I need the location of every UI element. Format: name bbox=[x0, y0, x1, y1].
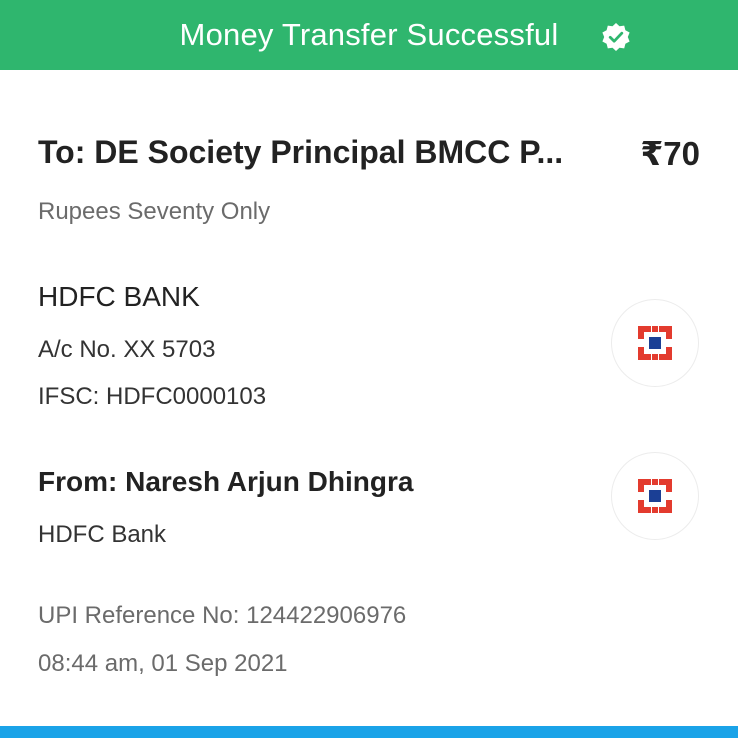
amount-in-words: Rupees Seventy Only bbox=[38, 198, 271, 225]
bottom-bar bbox=[0, 726, 738, 738]
transfer-amount: ₹70 bbox=[640, 135, 700, 172]
payer-bank-logo bbox=[611, 452, 699, 540]
hdfc-bank-logo-icon bbox=[635, 323, 675, 363]
verified-check-icon bbox=[602, 23, 630, 51]
payee-bank-logo bbox=[611, 299, 699, 387]
payer-name: From: Naresh Arjun Dhingra bbox=[38, 466, 414, 497]
payee-ifsc: IFSC: HDFC0000103 bbox=[38, 383, 267, 410]
payee-bank-name: HDFC BANK bbox=[38, 281, 200, 312]
payee-account-number: A/c No. XX 5703 bbox=[38, 336, 216, 363]
hdfc-bank-logo-icon bbox=[635, 476, 675, 516]
upi-reference-number: UPI Reference No: 124422906976 bbox=[38, 602, 407, 629]
payee-name: To: DE Society Principal BMCC P... bbox=[38, 134, 564, 170]
header-title: Money Transfer Successful bbox=[179, 17, 559, 52]
transaction-datetime: 08:44 am, 01 Sep 2021 bbox=[38, 650, 288, 677]
payer-bank-name: HDFC Bank bbox=[38, 521, 167, 548]
